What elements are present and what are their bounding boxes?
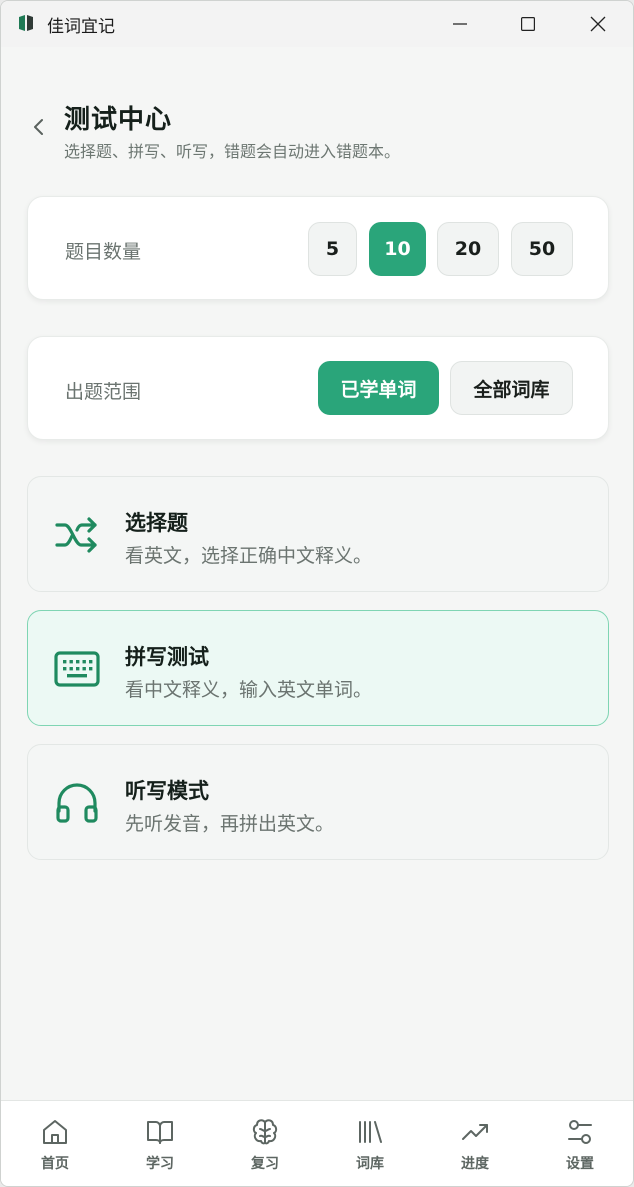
minimize-button[interactable] (437, 1, 483, 47)
sliders-icon (568, 1120, 592, 1144)
scope-option-learned[interactable]: 已学单词 (318, 361, 439, 415)
nav-item-progress[interactable]: 进度 (422, 1101, 528, 1186)
nav-label: 设置 (566, 1156, 594, 1172)
nav-item-learn[interactable]: 学习 (107, 1101, 213, 1186)
question-count-card: 题目数量 5 10 20 50 (27, 196, 609, 300)
mode-dictation[interactable]: 听写模式 先听发音，再拼出英文。 (27, 744, 609, 860)
mode-title: 拼写测试 (125, 645, 209, 669)
mode-title: 听写模式 (125, 779, 209, 803)
mode-spelling[interactable]: 拼写测试 看中文释义，输入英文单词。 (27, 610, 609, 726)
count-option-20[interactable]: 20 (437, 222, 499, 276)
minimize-icon (453, 23, 467, 25)
maximize-button[interactable] (505, 1, 551, 47)
count-option-5[interactable]: 5 (308, 222, 357, 276)
keyboard-icon (54, 651, 100, 687)
maximize-icon (521, 17, 535, 31)
close-icon (590, 16, 606, 32)
scope-option-all[interactable]: 全部词库 (450, 361, 573, 415)
page-subtitle: 选择题、拼写、听写，错题会自动进入错题本。 (64, 142, 401, 161)
shuffle-icon (55, 517, 97, 553)
nav-label: 首页 (41, 1156, 69, 1172)
nav-label: 词库 (356, 1156, 384, 1172)
nav-item-home[interactable]: 首页 (2, 1101, 108, 1186)
scope-card: 出题范围 已学单词 全部词库 (27, 336, 609, 440)
count-option-10[interactable]: 10 (369, 222, 426, 276)
nav-item-review[interactable]: 复习 (212, 1101, 318, 1186)
mode-description: 先听发音，再拼出英文。 (125, 813, 335, 835)
nav-item-library[interactable]: 词库 (317, 1101, 423, 1186)
back-chevron-icon[interactable] (29, 115, 49, 139)
mode-description: 看中文释义，输入英文单词。 (125, 679, 373, 701)
close-button[interactable] (575, 1, 621, 47)
mode-description: 看英文，选择正确中文释义。 (125, 545, 373, 567)
nav-label: 进度 (461, 1156, 489, 1172)
library-icon (359, 1121, 382, 1143)
book-icon (147, 1121, 173, 1144)
question-count-label: 题目数量 (65, 241, 142, 263)
home-icon (43, 1120, 67, 1144)
headphones-icon (56, 783, 98, 823)
page-title: 测试中心 (64, 105, 173, 135)
nav-item-settings[interactable]: 设置 (527, 1101, 633, 1186)
app-window: 佳词宜记 测试中心 选择题、拼写、听写，错题会自动进入错题本。 题目数量 5 1… (0, 0, 634, 1187)
brain-icon (252, 1119, 278, 1145)
count-option-50[interactable]: 50 (511, 222, 573, 276)
mode-title: 选择题 (125, 511, 188, 535)
nav-label: 学习 (146, 1156, 174, 1172)
mode-multiple-choice[interactable]: 选择题 看英文，选择正确中文释义。 (27, 476, 609, 592)
scope-label: 出题范围 (65, 381, 142, 403)
app-logo-icon (19, 15, 33, 31)
title-bar: 佳词宜记 (1, 1, 633, 47)
trending-up-icon (462, 1124, 488, 1140)
app-title: 佳词宜记 (47, 17, 115, 37)
bottom-nav: 首页 学习 复习 词库 进度 设置 (1, 1100, 633, 1186)
nav-label: 复习 (251, 1156, 279, 1172)
